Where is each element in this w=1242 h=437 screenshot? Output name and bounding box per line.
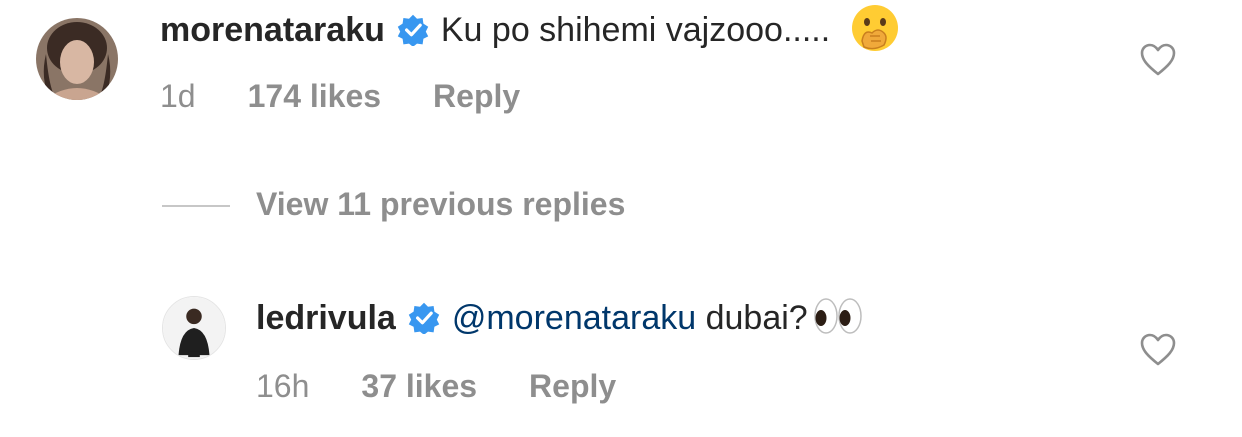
reply-likes[interactable]: 37 likes [361, 368, 477, 404]
comment-likes[interactable]: 174 likes [248, 78, 381, 114]
eyes-emoji-icon [812, 296, 864, 341]
avatar-ledrivula[interactable] [162, 296, 226, 360]
like-reply-heart-icon[interactable] [1140, 333, 1176, 367]
verified-badge-icon [408, 302, 440, 334]
reply-time: 16h [256, 367, 310, 404]
comment-reply-button[interactable]: Reply [433, 78, 520, 114]
comment-text: Ku po shihemi vajzooo..... [440, 10, 831, 49]
verified-badge-icon [397, 14, 429, 46]
view-previous-replies-button[interactable]: View 11 previous replies [256, 186, 625, 223]
reply-reply-button[interactable]: Reply [529, 368, 616, 404]
reply-username[interactable]: ledrivula [256, 299, 396, 338]
reply-meta: 16h 37 likes Reply [256, 366, 616, 406]
reply-mention-link[interactable]: @morenataraku [452, 299, 696, 337]
comment-header: morenataraku Ku po shihemi vajzooo..... [160, 2, 900, 58]
reply-header: ledrivula @morenataraku dubai? [256, 290, 864, 346]
avatar-image [163, 297, 225, 359]
reply-text: dubai? [705, 298, 808, 337]
comment-time: 1d [160, 77, 196, 114]
comment-meta: 1d 174 likes Reply [160, 76, 520, 116]
replies-divider [162, 205, 230, 207]
hand-over-mouth-emoji-icon [850, 3, 900, 58]
avatar-morenataraku[interactable] [36, 18, 118, 100]
avatar-image [36, 18, 118, 100]
like-comment-heart-icon[interactable] [1140, 43, 1176, 77]
comment-username[interactable]: morenataraku [160, 11, 385, 50]
